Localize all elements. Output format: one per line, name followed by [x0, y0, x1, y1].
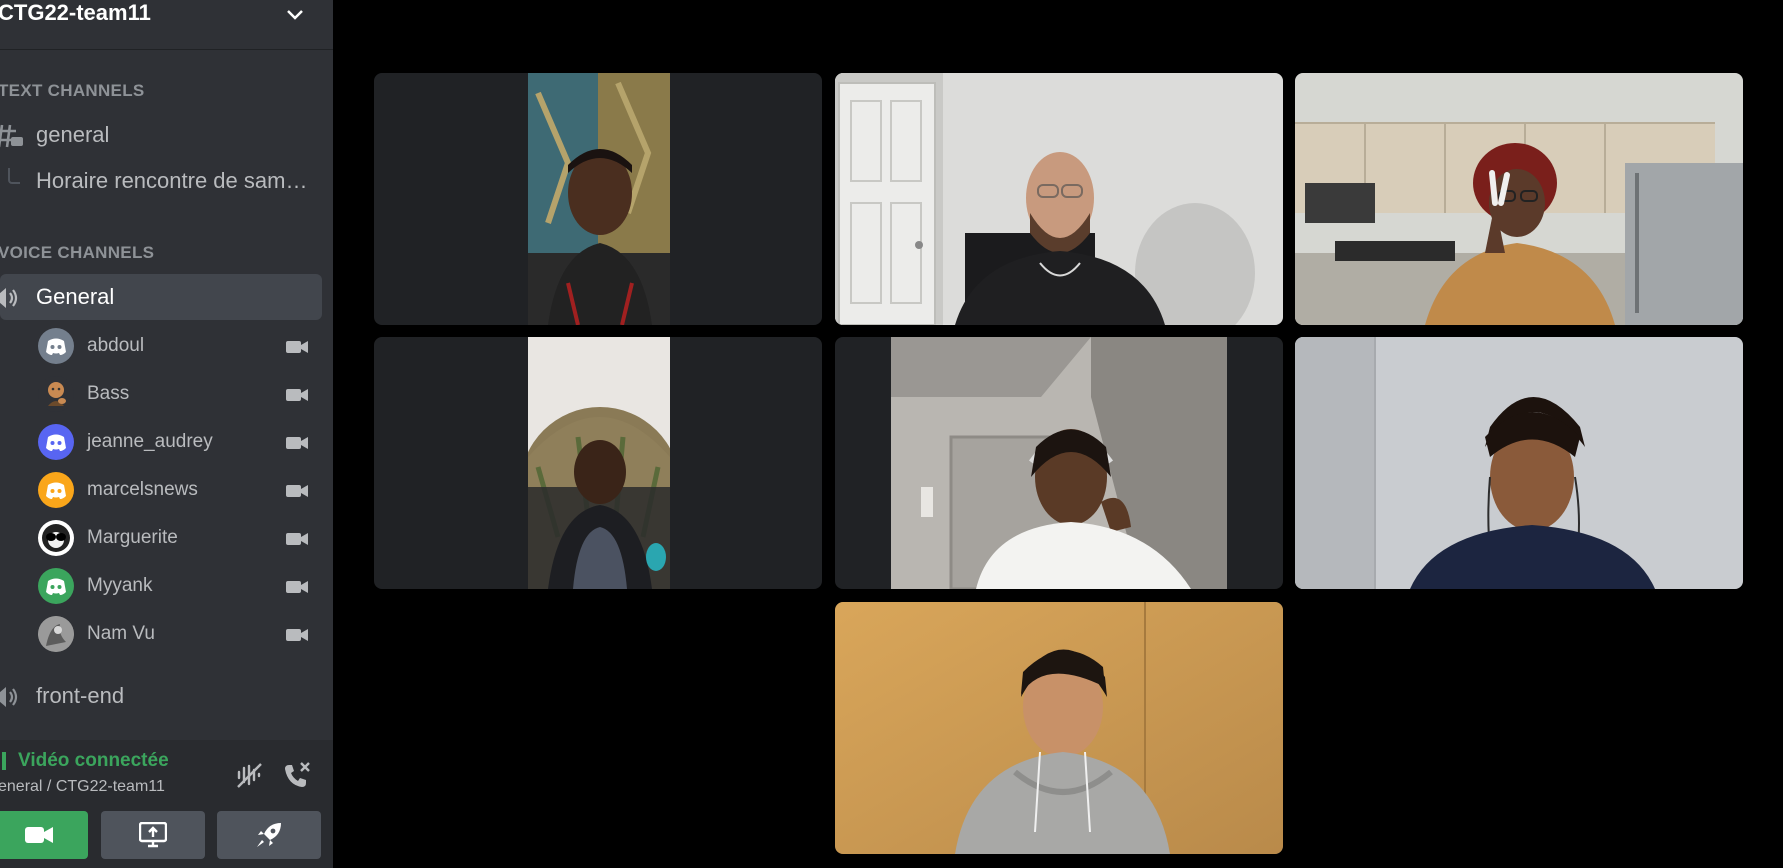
- voice-channel-label: General: [36, 284, 115, 309]
- channel-general-text[interactable]: general: [0, 112, 322, 158]
- video-feed: [528, 337, 670, 589]
- category-text-channels[interactable]: TEXT CHANNELS: [0, 81, 145, 101]
- member-name: abdoul: [87, 335, 145, 356]
- camera-toggle-button[interactable]: [0, 811, 88, 859]
- discord-logo-avatar: [38, 472, 74, 508]
- video-feed: [835, 73, 1283, 325]
- server-header[interactable]: CTG22-team11: [0, 0, 333, 50]
- video-tile-marguerite[interactable]: [835, 337, 1283, 589]
- voice-member-marcelsnews[interactable]: marcelsnews: [38, 470, 318, 510]
- camera-icon: [286, 341, 308, 353]
- voice-channel-label: front-end: [36, 683, 125, 708]
- voice-member-abdoul[interactable]: abdoul: [38, 326, 318, 366]
- video-feed: [891, 337, 1227, 589]
- camera-icon: [286, 629, 308, 641]
- channel-label: general: [36, 122, 110, 147]
- discord-logo-avatar: [38, 328, 74, 364]
- sunglasses-avatar: [38, 520, 74, 556]
- video-tile-marcelsnews[interactable]: [374, 337, 822, 589]
- video-feed: [835, 602, 1283, 854]
- voice-member-bass[interactable]: Bass: [38, 374, 318, 414]
- activities-button[interactable]: [217, 811, 321, 859]
- screen-share-button[interactable]: [101, 811, 205, 859]
- discord-logo-avatar: [38, 568, 74, 604]
- video-tile-nam-vu[interactable]: [835, 602, 1283, 854]
- category-voice-channels[interactable]: VOICE CHANNELS: [0, 243, 154, 263]
- voice-member-myyank[interactable]: Myyank: [38, 566, 318, 606]
- member-name: Nam Vu: [87, 623, 155, 644]
- thread-branch-icon: [8, 168, 20, 184]
- video-feed: [528, 73, 670, 325]
- member-name: jeanne_audrey: [87, 431, 213, 452]
- camera-icon: [286, 581, 308, 593]
- camera-icon: [286, 437, 308, 449]
- member-name: Marguerite: [87, 527, 178, 548]
- emoji-avatar: [38, 376, 74, 412]
- voice-status-subtitle[interactable]: eneral / CTG22-team11: [0, 778, 165, 796]
- rocket-icon: [257, 823, 281, 847]
- video-tile-jeanne-audrey[interactable]: [1295, 73, 1743, 325]
- camera-icon: [286, 389, 308, 401]
- video-feed: [1295, 73, 1743, 325]
- member-name: Bass: [87, 383, 130, 404]
- video-tile-abdoul[interactable]: [374, 73, 822, 325]
- voice-connection-panel: Vidéo connectée eneral / CTG22-team11: [0, 740, 333, 868]
- camera-icon: [286, 485, 308, 497]
- camera-icon: [286, 533, 308, 545]
- server-name: CTG22-team11: [0, 0, 151, 25]
- voice-status-text: Vidéo connectée: [2, 751, 169, 770]
- disconnect-icon[interactable]: [282, 760, 312, 790]
- member-name: marcelsnews: [87, 479, 198, 500]
- channel-sidebar: CTG22-team11 TEXT CHANNELS general Horai…: [0, 0, 333, 868]
- photo-avatar: [38, 616, 74, 652]
- discord-logo-avatar: [38, 424, 74, 460]
- voice-channel-front-end[interactable]: front-end: [0, 673, 322, 719]
- voice-member-marguerite[interactable]: Marguerite: [38, 518, 318, 558]
- member-name: Myyank: [87, 575, 153, 596]
- hash-thread-icon: [0, 124, 23, 148]
- noise-suppression-icon[interactable]: [234, 760, 264, 790]
- speaker-icon: [0, 288, 18, 308]
- speaker-icon: [0, 687, 18, 707]
- video-tile-bass[interactable]: [835, 73, 1283, 325]
- voice-member-jeanne-audrey[interactable]: jeanne_audrey: [38, 422, 318, 462]
- thread-label: Horaire rencontre de sam…: [36, 168, 308, 193]
- video-tile-myyank[interactable]: [1295, 337, 1743, 589]
- discord-app: CTG22-team11 TEXT CHANNELS general Horai…: [0, 0, 1783, 868]
- screen-share-icon: [139, 822, 167, 848]
- video-feed: [1295, 337, 1743, 589]
- video-camera-icon: [25, 827, 53, 843]
- voice-channel-general[interactable]: General: [0, 274, 322, 320]
- chevron-down-icon[interactable]: [284, 4, 306, 26]
- thread-horaire[interactable]: Horaire rencontre de sam…: [0, 164, 322, 204]
- voice-member-nam-vu[interactable]: Nam Vu: [38, 614, 318, 654]
